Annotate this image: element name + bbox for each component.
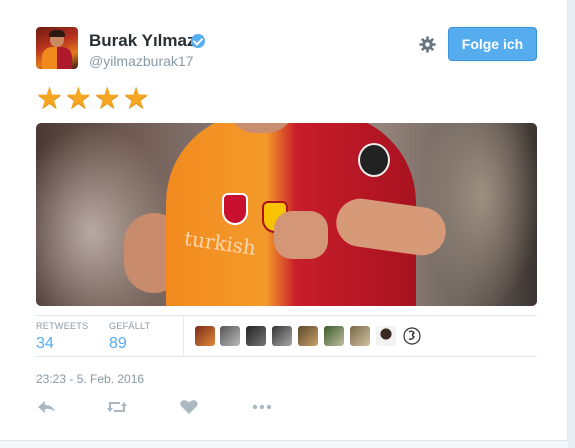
retweets-stat[interactable]: RETWEETS 34	[36, 321, 88, 353]
follow-button[interactable]: Folge ich	[448, 27, 537, 61]
retweets-count[interactable]: 34	[36, 335, 88, 353]
verified-badge-icon	[191, 34, 205, 48]
tweet-text: ★★★★	[36, 84, 152, 114]
likes-label: GEFÄLLT	[109, 321, 151, 331]
liker-avatar[interactable]	[246, 326, 266, 346]
divider	[36, 356, 537, 357]
username[interactable]: @yilmazburak17	[89, 53, 193, 69]
liker-avatar[interactable]	[376, 326, 396, 346]
tweet-photo[interactable]: turkish	[36, 123, 537, 306]
liker-avatar[interactable]	[350, 326, 370, 346]
likes-stat[interactable]: GEFÄLLT 89	[109, 321, 150, 353]
liker-avatar[interactable]	[324, 326, 344, 346]
liker-avatar[interactable]	[298, 326, 318, 346]
star-rating: ★★★★	[36, 82, 152, 115]
tweet-card: Burak Yılmaz @yilmazburak17 Folge ich ★★…	[0, 0, 568, 448]
display-name[interactable]: Burak Yılmaz	[89, 31, 195, 51]
divider	[183, 316, 184, 356]
liker-avatar[interactable]	[402, 326, 422, 346]
card-footer-edge	[0, 440, 568, 448]
gear-icon[interactable]	[419, 36, 436, 53]
reply-icon[interactable]	[36, 397, 58, 417]
retweet-icon[interactable]	[106, 397, 128, 417]
divider	[36, 315, 537, 316]
likes-count[interactable]: 89	[109, 335, 150, 353]
avatar[interactable]	[36, 27, 78, 69]
tweet-timestamp[interactable]: 23:23 - 5. Feb. 2016	[36, 372, 144, 386]
liker-avatar[interactable]	[272, 326, 292, 346]
more-icon[interactable]	[251, 397, 273, 417]
heart-icon[interactable]	[178, 397, 200, 417]
scrollbar[interactable]	[568, 0, 575, 448]
retweets-label: RETWEETS	[36, 321, 89, 331]
liker-avatar[interactable]	[195, 326, 215, 346]
liker-avatar[interactable]	[220, 326, 240, 346]
